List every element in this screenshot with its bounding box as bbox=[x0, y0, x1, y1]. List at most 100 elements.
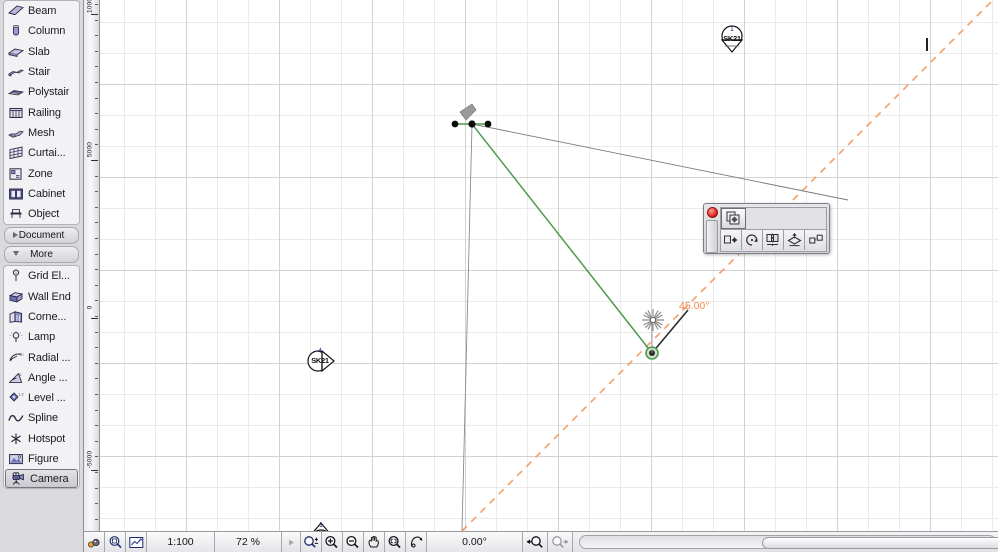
svg-text:1: 1 bbox=[15, 271, 17, 275]
toolbox-item-label: Camera bbox=[30, 472, 69, 485]
toolbox-item-curtai[interactable]: Curtai... bbox=[4, 143, 79, 163]
toolbox-item-column[interactable]: Column bbox=[4, 21, 79, 41]
camera-node-origin-left-handle[interactable] bbox=[451, 120, 459, 128]
toolbox-item-hotspot[interactable]: Hotspot bbox=[4, 429, 79, 449]
ruler-tick bbox=[95, 97, 98, 99]
toolbox-item-label: Spline bbox=[28, 412, 58, 425]
zone-icon bbox=[7, 166, 25, 182]
toolbox-group-design: Beam Column Slab Stair Polystair Railing Mesh C… bbox=[3, 0, 80, 226]
toolbox-item-label: Cabinet bbox=[28, 187, 66, 200]
ruler-tick bbox=[95, 331, 98, 333]
drag-icon[interactable] bbox=[721, 230, 742, 250]
orientation-field[interactable]: 0.00° bbox=[427, 532, 523, 552]
toolbox-item-beam[interactable]: Beam bbox=[4, 1, 79, 21]
zoom-select-button[interactable] bbox=[301, 532, 322, 552]
zoom-percent-field[interactable]: 72 % bbox=[215, 532, 282, 552]
toolbox-item-grid-el[interactable]: 1 Grid El... bbox=[4, 266, 79, 286]
palette-drag-grip[interactable] bbox=[706, 220, 718, 253]
palette-top-row bbox=[720, 207, 827, 230]
ruler-tick bbox=[95, 347, 98, 349]
ruler-tick bbox=[95, 175, 98, 177]
toolbox-item-angle[interactable]: α Angle ... bbox=[4, 368, 79, 388]
vertical-ruler[interactable]: 10000 5000 0 -5000 bbox=[84, 0, 100, 531]
slab-icon bbox=[7, 44, 25, 60]
toolbox-item-figure[interactable]: Figure bbox=[4, 449, 79, 469]
curtain-wall-icon bbox=[7, 145, 25, 161]
orbit-button[interactable] bbox=[406, 532, 427, 552]
section-marker-partial[interactable]: 1 bbox=[306, 520, 336, 531]
toolbox-item-corne[interactable]: Corne... bbox=[4, 307, 79, 327]
section-marker-4[interactable]: 4 SK21 bbox=[305, 346, 335, 376]
zoom-in-button[interactable] bbox=[322, 532, 343, 552]
transform-palette[interactable] bbox=[703, 203, 830, 254]
toolbox-item-polystair[interactable]: Polystair bbox=[4, 82, 79, 102]
ruler-tick bbox=[95, 487, 98, 489]
toolbox-section-document[interactable]: Document bbox=[4, 227, 79, 245]
ruler-tick bbox=[95, 394, 98, 395]
toolbox-item-radial[interactable]: r1.2 Radial ... bbox=[4, 347, 79, 367]
mesh-icon bbox=[7, 125, 25, 141]
radial-dimension-icon: r1.2 bbox=[7, 350, 25, 366]
horizontal-scrollbar[interactable] bbox=[579, 535, 998, 549]
scale-field[interactable]: 1:100 bbox=[147, 532, 215, 552]
toolbox-item-level[interactable]: 1.2 Level ... bbox=[4, 388, 79, 408]
ruler-tick bbox=[95, 238, 98, 239]
triangle-down-icon bbox=[13, 251, 19, 257]
zoom-out-button[interactable] bbox=[343, 532, 364, 552]
toolbox-item-object[interactable]: Object bbox=[4, 204, 79, 224]
horizontal-scrollbar-thumb[interactable] bbox=[762, 537, 998, 549]
toolbox-item-label: Grid El... bbox=[28, 270, 70, 283]
rotate-icon[interactable] bbox=[742, 230, 763, 250]
angle-dimension-icon: α bbox=[7, 370, 25, 386]
cabinet-icon bbox=[7, 186, 25, 202]
play-triangle-icon[interactable] bbox=[282, 532, 301, 552]
drawing-canvas[interactable]: 45.00° 1 SK21 4 SK21 1 bbox=[100, 0, 998, 531]
pan-button[interactable] bbox=[364, 532, 385, 552]
ruler-tick bbox=[95, 503, 98, 505]
toolbox-section-more[interactable]: More bbox=[4, 246, 79, 264]
ruler-tick bbox=[95, 50, 98, 52]
zoom-detail-button[interactable] bbox=[105, 532, 126, 552]
toolbox-item-label: Wall End bbox=[28, 290, 71, 303]
camera-node-origin[interactable] bbox=[468, 120, 476, 128]
toolbox-item-camera[interactable]: Camera bbox=[5, 469, 78, 489]
toolbox-item-zone[interactable]: Zone bbox=[4, 163, 79, 183]
toolbox-item-railing[interactable]: Railing bbox=[4, 102, 79, 122]
toolbox-item-label: Mesh bbox=[28, 126, 55, 139]
ruler-tick bbox=[95, 409, 98, 411]
railing-icon bbox=[7, 105, 25, 121]
toolbox-item-mesh[interactable]: Mesh bbox=[4, 123, 79, 143]
elevate-icon[interactable] bbox=[784, 230, 805, 250]
layer-settings-button[interactable] bbox=[84, 532, 105, 552]
zoom-previous-button[interactable] bbox=[523, 532, 548, 552]
status-bar: 1:100 72 % 0.00° bbox=[84, 531, 998, 552]
toolbox-item-label: Radial ... bbox=[28, 351, 71, 364]
fit-in-window-button[interactable] bbox=[385, 532, 406, 552]
ruler-tick bbox=[95, 316, 98, 317]
marker-number: 1 bbox=[319, 522, 323, 529]
palette-tool-row bbox=[720, 230, 827, 252]
toolbox-item-lamp[interactable]: Lamp bbox=[4, 327, 79, 347]
toolbox-item-spline[interactable]: Spline bbox=[4, 408, 79, 428]
camera-direction-handle[interactable] bbox=[459, 103, 477, 121]
zoom-next-button[interactable] bbox=[548, 532, 573, 552]
camera-node-origin-right-handle[interactable] bbox=[484, 120, 492, 128]
toolbox-item-stair[interactable]: Stair bbox=[4, 62, 79, 82]
ruler-tick bbox=[95, 378, 98, 380]
toolbox-item-label: Angle ... bbox=[28, 371, 68, 384]
toolbox-item-cabinet[interactable]: Cabinet bbox=[4, 184, 79, 204]
wall-end-icon bbox=[7, 289, 25, 305]
close-button[interactable] bbox=[707, 207, 718, 218]
publish-button[interactable] bbox=[126, 532, 147, 552]
marker-sheet: SK21 bbox=[311, 356, 329, 365]
ruler-tick bbox=[95, 4, 98, 5]
drag-copy-icon[interactable] bbox=[721, 208, 746, 229]
toolbox-item-wall-end[interactable]: Wall End bbox=[4, 287, 79, 307]
mirror-icon[interactable] bbox=[763, 230, 784, 250]
section-marker-1[interactable]: 1 SK21 bbox=[717, 24, 747, 54]
toolbox-item-slab[interactable]: Slab bbox=[4, 42, 79, 62]
multiply-icon[interactable] bbox=[805, 230, 826, 250]
edge-tick-mark bbox=[926, 38, 928, 51]
camera-icon bbox=[9, 471, 27, 487]
ruler-tick bbox=[95, 66, 98, 68]
